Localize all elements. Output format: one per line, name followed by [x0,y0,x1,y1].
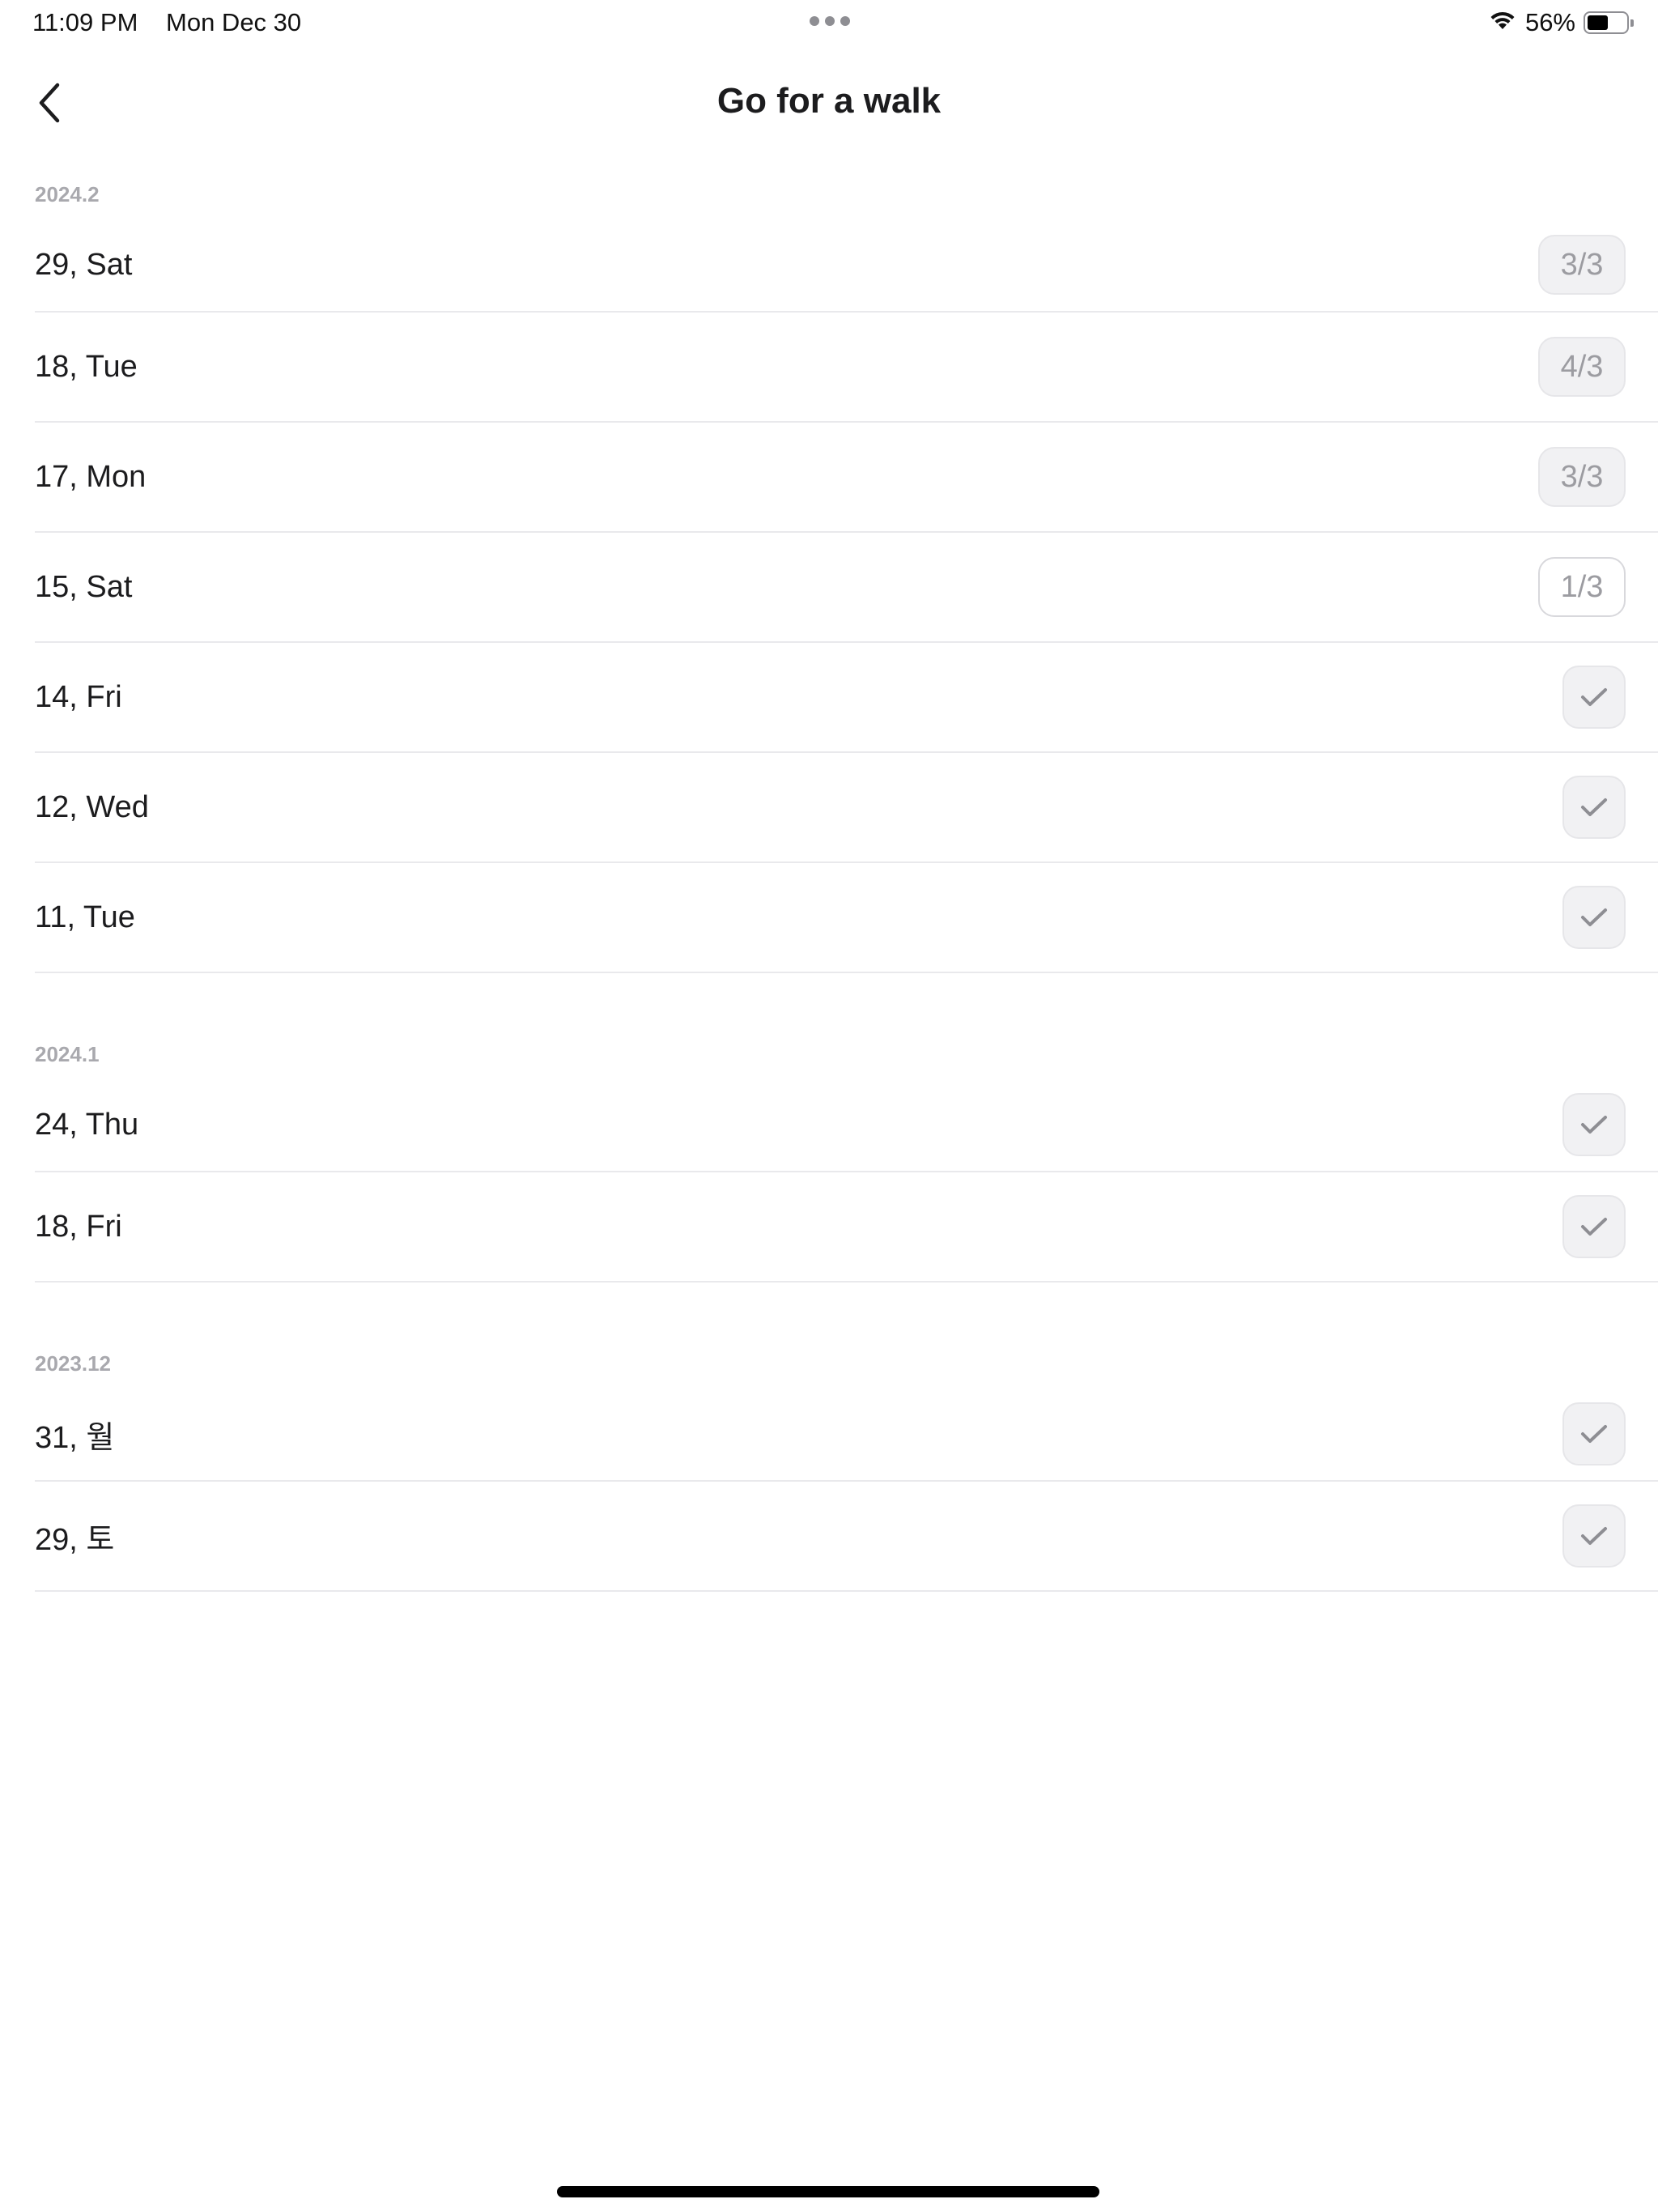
history-list: 2024.2 29, Sat 3/3 18, Tue 4/3 17, Mon 3/3 15, … [35,162,1658,1592]
section-header: 2023.12 [35,1351,111,1376]
status-time: 11:09 PM [32,8,138,36]
date-label: 15, Sat [35,569,133,604]
section-header: 2024.1 [35,1042,100,1066]
checkmark-icon [1562,776,1626,839]
list-item[interactable]: 12, Wed [35,753,1658,863]
navigation-bar: Go for a walk [0,65,1658,141]
checkmark-icon [1562,666,1626,729]
status-bar: 11:09 PM Mon Dec 30 56% [0,0,1658,49]
date-label: 18, Tue [35,349,138,384]
date-label: 24, Thu [35,1107,139,1142]
page-title: Go for a walk [716,81,942,121]
date-label: 17, Mon [35,459,147,494]
count-badge: 3/3 [1538,447,1626,507]
list-item[interactable]: 29, Sat 3/3 [35,219,1658,313]
list-item[interactable]: 29, 토 [35,1482,1658,1592]
list-item[interactable]: 17, Mon 3/3 [35,423,1658,533]
battery-icon [1584,11,1634,34]
date-label: 12, Wed [35,789,149,824]
checkmark-icon [1562,1402,1626,1465]
month-section: 2023.12 31, 월 29, 토 [35,1331,1658,1592]
count-badge: 1/3 [1538,557,1626,617]
list-item[interactable]: 31, 월 [35,1388,1658,1482]
date-label: 29, Sat [35,247,133,282]
status-time-date: 11:09 PM Mon Dec 30 [32,8,322,37]
list-item[interactable]: 24, Thu [35,1078,1658,1172]
list-item[interactable]: 18, Tue 4/3 [35,313,1658,423]
status-indicators: 56% [1488,8,1634,37]
multitasking-dots-icon[interactable] [810,16,850,28]
checkmark-icon [1562,1093,1626,1156]
list-item[interactable]: 18, Fri [35,1172,1658,1283]
month-section: 2024.1 24, Thu 18, Fri [35,1022,1658,1283]
date-label: 11, Tue [35,900,135,934]
status-date: Mon Dec 30 [166,8,302,36]
count-badge: 4/3 [1538,337,1626,397]
battery-percentage: 56% [1524,8,1575,36]
list-item[interactable]: 14, Fri [35,643,1658,753]
date-label: 14, Fri [35,679,122,714]
section-header: 2024.2 [35,182,100,206]
list-item[interactable]: 15, Sat 1/3 [35,533,1658,643]
month-section: 2024.2 29, Sat 3/3 18, Tue 4/3 17, Mon 3/3 15, … [35,162,1658,973]
checkmark-icon [1562,1195,1626,1258]
list-item[interactable]: 11, Tue [35,863,1658,973]
wifi-icon [1488,8,1517,37]
count-badge: 3/3 [1538,235,1626,295]
date-label: 29, 토 [35,1522,115,1557]
home-indicator[interactable] [557,2186,1099,2197]
checkmark-icon [1562,1504,1626,1568]
date-label: 31, 월 [35,1420,115,1455]
date-label: 18, Fri [35,1209,122,1244]
checkmark-icon [1562,886,1626,949]
